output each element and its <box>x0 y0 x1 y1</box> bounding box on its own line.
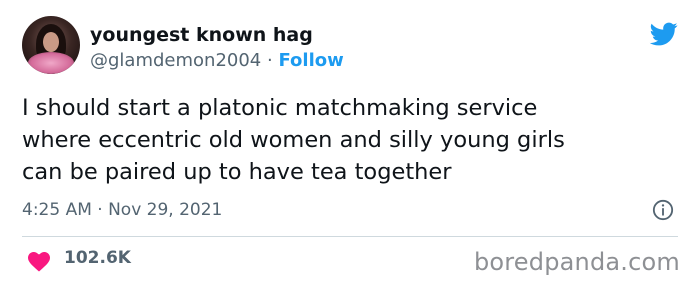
avatar-boa <box>28 52 74 74</box>
tweet-line: I should start a platonic matchmaking se… <box>22 95 538 121</box>
avatar[interactable] <box>22 16 80 74</box>
author-display-name[interactable]: youngest known hag <box>90 24 313 46</box>
tweet-line: where eccentric old women and silly youn… <box>22 127 565 153</box>
avatar-face <box>43 32 59 52</box>
twitter-bird-icon[interactable] <box>648 20 680 48</box>
follow-button[interactable]: Follow <box>278 50 343 71</box>
tweet-timestamp[interactable]: 4:25 AM · Nov 29, 2021 <box>22 200 222 220</box>
tweet-line: can be paired up to have tea together <box>22 159 452 185</box>
like-count[interactable]: 102.6K <box>64 248 131 268</box>
divider <box>22 236 678 237</box>
heart-icon[interactable] <box>27 250 51 272</box>
tweet-text: I should start a platonic matchmaking se… <box>22 92 682 188</box>
info-icon[interactable] <box>652 199 674 221</box>
author-handle-row: @glamdemon2004 · Follow <box>90 50 344 71</box>
watermark: boredpanda.com <box>473 248 680 276</box>
separator-dot: · <box>267 50 273 71</box>
author-handle[interactable]: @glamdemon2004 <box>90 50 261 71</box>
